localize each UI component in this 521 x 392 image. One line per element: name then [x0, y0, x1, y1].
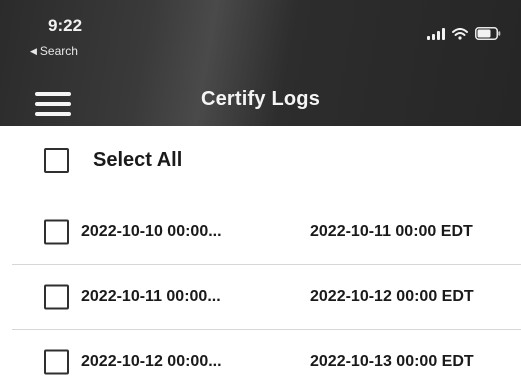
log-checkbox[interactable] [44, 219, 69, 245]
select-all-row[interactable]: Select All [44, 148, 182, 173]
wifi-icon [452, 27, 468, 40]
log-row[interactable]: 2022-10-12 00:00... 2022-10-13 00:00 EDT [0, 329, 521, 392]
log-start-date: 2022-10-10 00:00... [81, 223, 222, 240]
page-title: Certify Logs [200, 88, 321, 110]
log-end-date: 2022-10-11 00:00 EDT [310, 223, 473, 240]
log-checkbox[interactable] [44, 349, 69, 375]
back-to-search-label: Search [39, 44, 78, 58]
certify-logs-screen: 9:22 ◀ Search Certify Logs Select All 20… [0, 0, 521, 392]
select-all-checkbox[interactable] [44, 148, 69, 173]
log-start-date: 2022-10-11 00:00... [81, 288, 221, 305]
back-to-search-link[interactable]: ◀ Search [30, 44, 78, 58]
status-time: 9:22 [48, 16, 83, 35]
select-all-label: Select All [93, 149, 183, 171]
battery-icon [475, 27, 501, 40]
log-row[interactable]: 2022-10-11 00:00... 2022-10-12 00:00 EDT [0, 264, 521, 330]
log-checkbox[interactable] [44, 284, 69, 310]
status-icons [427, 27, 501, 40]
log-row[interactable]: 2022-10-10 00:00... 2022-10-11 00:00 EDT [0, 199, 521, 265]
log-end-date: 2022-10-13 00:00 EDT [310, 353, 474, 370]
log-start-date: 2022-10-12 00:00... [81, 353, 222, 370]
cellular-signal-icon [427, 27, 445, 40]
app-header: 9:22 ◀ Search Certify Logs [0, 0, 521, 126]
log-end-date: 2022-10-12 00:00 EDT [310, 288, 474, 305]
back-arrow-icon: ◀ [30, 45, 37, 56]
